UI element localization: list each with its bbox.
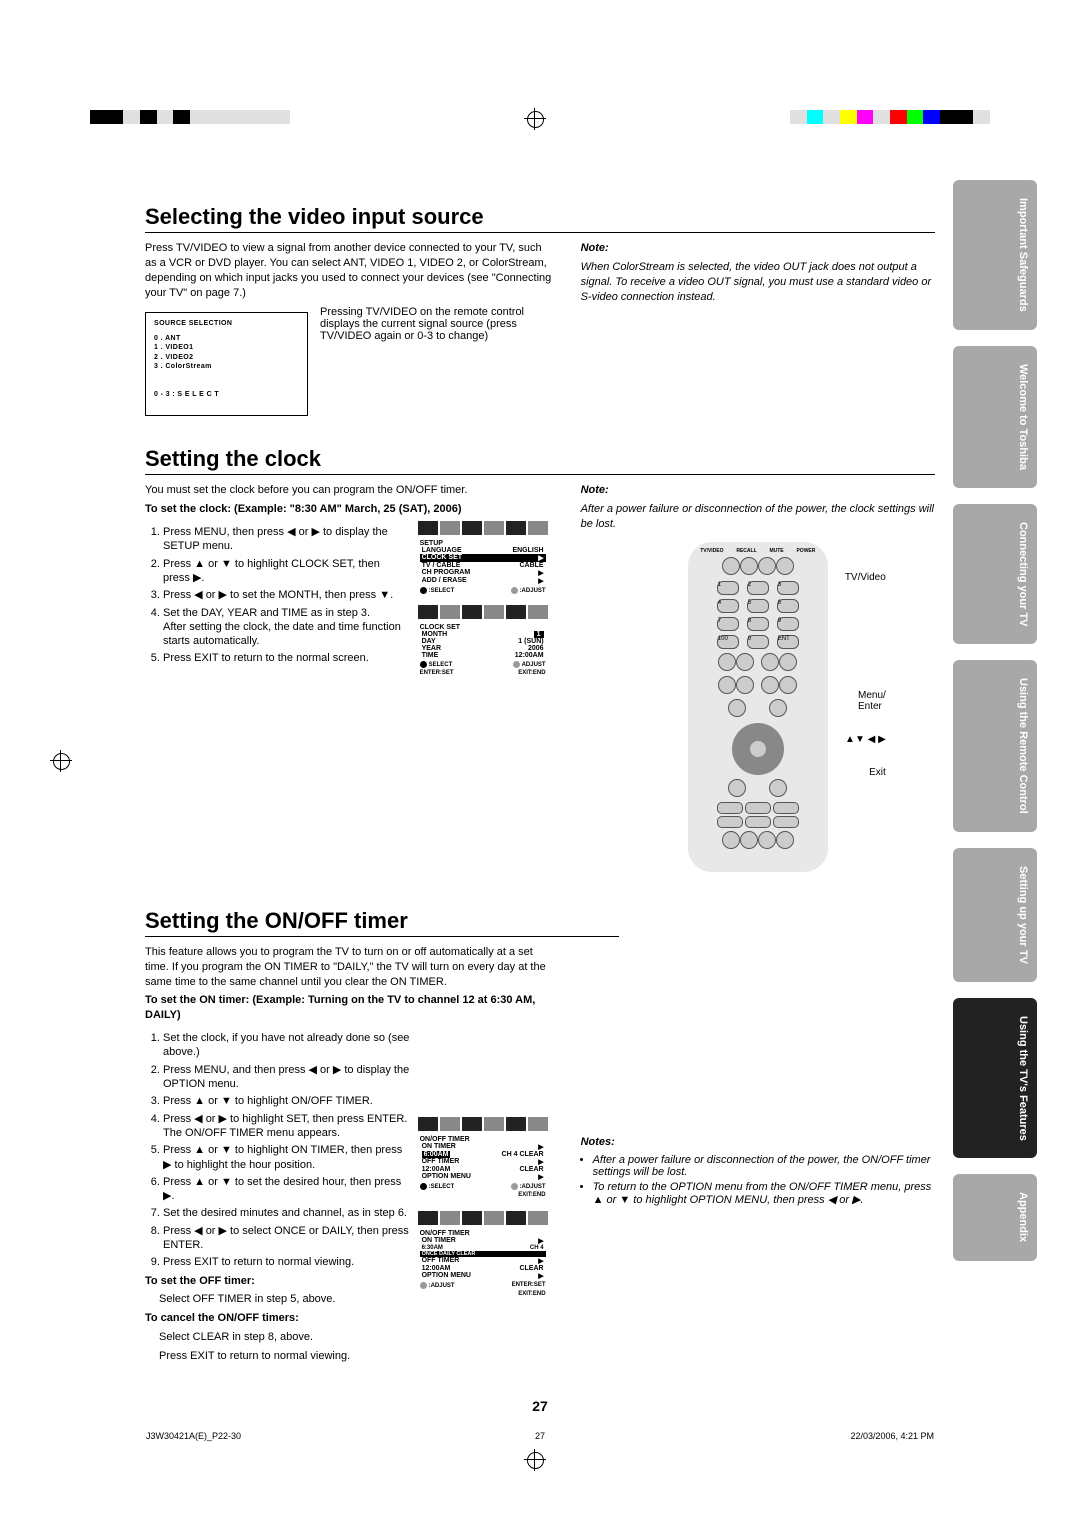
registration-mark bbox=[524, 1449, 546, 1471]
heading-video-source: Selecting the video input source bbox=[145, 204, 935, 233]
tab-using-features: Using the TV's Features bbox=[953, 998, 1037, 1159]
heading-clock: Setting the clock bbox=[145, 446, 935, 475]
setup-osd: SETUP LANGUAGEENGLISH CLOCK SET▶ TV / CA… bbox=[418, 521, 548, 597]
onoff-osd-1: ON/OFF TIMER ON TIMER▶ 6:00AMCH 4 CLEAR … bbox=[418, 1117, 548, 1201]
color-bars-right bbox=[790, 110, 990, 124]
registration-mark bbox=[524, 108, 546, 130]
onoff-intro: This feature allows you to program the T… bbox=[145, 945, 553, 990]
page-content: Selecting the video input source Press T… bbox=[145, 180, 935, 1414]
onoff-example: To set the ON timer: (Example: Turning o… bbox=[145, 993, 553, 1023]
side-tabs: Important Safeguards Welcome to Toshiba … bbox=[953, 180, 1037, 1261]
source-selection-menu: SOURCE SELECTION 0 . ANT 1 . VIDEO1 2 . … bbox=[145, 312, 308, 416]
note-label: Note: bbox=[581, 241, 935, 256]
footer-left: J3W30421A(E)_P22-30 bbox=[146, 1431, 241, 1441]
footer-mid: 27 bbox=[535, 1431, 545, 1441]
note-body: When ColorStream is selected, the video … bbox=[581, 260, 935, 305]
note-label: Note: bbox=[581, 483, 935, 498]
tab-remote: Using the Remote Control bbox=[953, 660, 1037, 832]
registration-mark bbox=[50, 750, 72, 772]
heading-onoff: Setting the ON/OFF timer bbox=[145, 908, 619, 937]
clockset-osd: CLOCK SET MONTH1 DAY1 (SUN) YEAR2006 TIM… bbox=[418, 605, 548, 679]
footer-right: 22/03/2006, 4:21 PM bbox=[850, 1431, 934, 1441]
clock-example: To set the clock: (Example: "8:30 AM" Ma… bbox=[145, 502, 553, 517]
clock-steps: Press MENU, then press ◀ or ▶ to display… bbox=[163, 525, 410, 666]
tab-setting-up: Setting up your TV bbox=[953, 848, 1037, 982]
tab-connecting: Connecting your TV bbox=[953, 504, 1037, 645]
source-caption: Pressing TV/VIDEO on the remote control … bbox=[320, 306, 553, 422]
clock-intro: You must set the clock before you can pr… bbox=[145, 483, 553, 498]
onoff-osd-2: ON/OFF TIMER ON TIMER▶ 6:30AMCH 4 ONCE D… bbox=[418, 1211, 548, 1300]
page-number: 27 bbox=[145, 1398, 935, 1414]
tab-safeguards: Important Safeguards bbox=[953, 180, 1037, 330]
note-body: After a power failure or disconnection o… bbox=[581, 502, 935, 532]
footer: J3W30421A(E)_P22-30 27 22/03/2006, 4:21 … bbox=[146, 1431, 934, 1441]
tab-welcome: Welcome to Toshiba bbox=[953, 346, 1037, 488]
notes-list: After a power failure or disconnection o… bbox=[581, 1154, 935, 1206]
color-bars-left bbox=[90, 110, 290, 124]
off-timer-label: To set the OFF timer: bbox=[145, 1274, 410, 1289]
cancel-timer-label: To cancel the ON/OFF timers: bbox=[145, 1311, 410, 1326]
cancel-timer-body1: Select CLEAR in step 8, above. bbox=[159, 1330, 410, 1345]
cancel-timer-body2: Press EXIT to return to normal viewing. bbox=[159, 1349, 410, 1364]
video-source-intro: Press TV/VIDEO to view a signal from ano… bbox=[145, 241, 553, 300]
off-timer-body: Select OFF TIMER in step 5, above. bbox=[159, 1292, 410, 1307]
tab-appendix: Appendix bbox=[953, 1174, 1037, 1260]
onoff-steps: Set the clock, if you have not already d… bbox=[163, 1031, 410, 1269]
remote-diagram: TV/VIDEORECALLMUTEPOWER 123 456 789 1000… bbox=[688, 542, 828, 872]
notes-label: Notes: bbox=[581, 1135, 935, 1150]
